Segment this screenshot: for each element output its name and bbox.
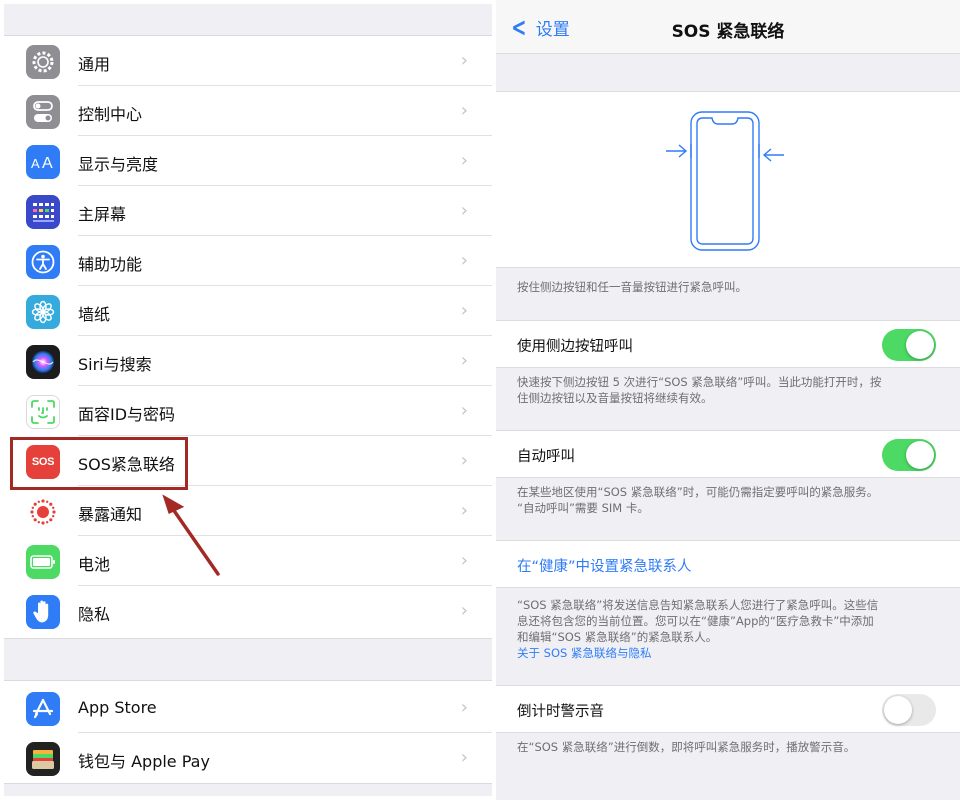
exposure-icon — [26, 495, 60, 529]
note-line: 住侧边按钮以及音量按钮将继续有效。 — [517, 391, 713, 405]
settings-row-face-id[interactable]: 面容ID与密码 › — [4, 386, 492, 436]
home-grid-icon — [26, 195, 60, 229]
privacy-link[interactable]: 关于 SOS 紧急联络与隐私 — [517, 645, 937, 661]
settings-row-accessibility[interactable]: 辅助功能 › — [4, 236, 492, 286]
health-contacts-link[interactable]: 在“健康”中设置紧急联系人 — [517, 555, 692, 576]
navigation-bar: < 设置 SOS 紧急联络 — [496, 0, 960, 54]
note-line: 快速按下侧边按钮 5 次进行“SOS 紧急联络”呼叫。当此功能打开时，按 — [517, 375, 882, 389]
settings-row-home-screen[interactable]: 主屏幕 › — [4, 186, 492, 236]
face-id-icon — [26, 395, 60, 429]
settings-row-label: 暴露通知 — [78, 505, 143, 524]
settings-row-label: 钱包与 Apple Pay — [78, 752, 210, 771]
settings-row-label: 电池 — [78, 555, 111, 574]
call-with-side-button-toggle[interactable] — [882, 329, 936, 361]
annotation-arrow-icon — [162, 494, 220, 576]
toggle-icon — [26, 95, 60, 129]
settings-group-main: 通用 › 控制中心 › AA 显示与亮度 › 主屏幕 › 辅助功能 › 墙纸 ›… — [4, 35, 492, 639]
settings-row-label: 面容ID与密码 — [78, 405, 176, 424]
chevron-right-icon: › — [460, 250, 468, 271]
hand-icon — [26, 595, 60, 629]
chevron-right-icon: › — [460, 50, 468, 71]
sos-detail-panel: < 设置 SOS 紧急联络 按住侧边按钮和任一音量按钮进行紧急呼叫。 使用侧边按… — [496, 0, 960, 800]
settings-row-exposure-notifications[interactable]: 暴露通知 › — [4, 486, 492, 536]
chevron-right-icon: › — [460, 100, 468, 121]
chevron-right-icon: › — [460, 747, 468, 768]
call-with-side-button-row: 使用侧边按钮呼叫 — [496, 320, 960, 368]
settings-row-label: 显示与亮度 — [78, 155, 159, 174]
countdown-sound-toggle[interactable] — [882, 694, 936, 726]
wallet-icon — [26, 742, 60, 776]
note-line: 和编辑“SOS 紧急联络”的紧急联系人。 — [517, 630, 718, 644]
auto-call-toggle[interactable] — [882, 439, 936, 471]
phone-illustration — [496, 91, 960, 268]
settings-row-siri[interactable]: Siri与搜索 › — [4, 336, 492, 386]
chevron-right-icon: › — [460, 350, 468, 371]
note-line: 在某些地区使用“SOS 紧急联络”时，可能仍需指定要呼叫的紧急服务。 — [517, 485, 879, 499]
auto-call-description: 在某些地区使用“SOS 紧急联络”时，可能仍需指定要呼叫的紧急服务。 “自动呼叫… — [517, 484, 937, 516]
toggle-knob — [906, 331, 934, 359]
sos-highlight-box — [10, 437, 188, 490]
gear-icon — [26, 45, 60, 79]
note-line: “自动呼叫”需要 SIM 卡。 — [517, 501, 649, 515]
auto-call-row: 自动呼叫 — [496, 430, 960, 478]
chevron-right-icon: › — [460, 450, 468, 471]
svg-text:A: A — [31, 156, 40, 171]
settings-row-wallpaper[interactable]: 墙纸 › — [4, 286, 492, 336]
countdown-sound-row: 倒计时警示音 — [496, 685, 960, 733]
settings-row-label: 辅助功能 — [78, 255, 143, 274]
auto-call-label: 自动呼叫 — [517, 449, 575, 465]
chevron-right-icon: › — [460, 200, 468, 221]
toggle-knob — [906, 441, 934, 469]
settings-row-display[interactable]: AA 显示与亮度 › — [4, 136, 492, 186]
chevron-right-icon: › — [460, 400, 468, 421]
toggle-knob — [884, 696, 912, 724]
settings-row-label: 隐私 — [78, 605, 111, 624]
page-title: SOS 紧急联络 — [671, 22, 785, 42]
side-button-hint: 按住侧边按钮和任一音量按钮进行紧急呼叫。 — [517, 280, 747, 294]
note-line: “SOS 紧急联络”将发送信息告知紧急联系人您进行了紧急呼叫。这些信 — [517, 598, 879, 612]
settings-row-label: Siri与搜索 — [78, 355, 152, 374]
settings-row-label: 主屏幕 — [78, 205, 127, 224]
chevron-right-icon: › — [460, 300, 468, 321]
health-contacts-row[interactable]: 在“健康”中设置紧急联系人 — [496, 540, 960, 588]
emergency-contacts-description: “SOS 紧急联络”将发送信息告知紧急联系人您进行了紧急呼叫。这些信 息还将包含… — [517, 597, 937, 661]
countdown-sound-label: 倒计时警示音 — [517, 704, 604, 720]
side-button-description: 快速按下侧边按钮 5 次进行“SOS 紧急联络”呼叫。当此功能打开时，按 住侧边… — [517, 374, 937, 406]
settings-row-label: 控制中心 — [78, 105, 143, 124]
accessibility-icon — [26, 245, 60, 279]
settings-row-battery[interactable]: 电池 › — [4, 536, 492, 586]
settings-row-label: App Store — [78, 698, 157, 717]
chevron-right-icon: › — [460, 600, 468, 621]
flower-icon — [26, 295, 60, 329]
text-size-icon: AA — [26, 145, 60, 179]
note-line: 息还将包含您的当前位置。您可以在“健康”App的“医疗急救卡”中添加 — [517, 614, 874, 628]
settings-list-panel: 通用 › 控制中心 › AA 显示与亮度 › 主屏幕 › 辅助功能 › 墙纸 ›… — [4, 4, 492, 796]
settings-row-label: 墙纸 — [78, 305, 111, 324]
settings-row-label: 通用 — [78, 55, 111, 74]
app-store-icon — [26, 692, 60, 726]
chevron-right-icon: › — [460, 500, 468, 521]
settings-row-wallet[interactable]: 钱包与 Apple Pay › — [4, 733, 492, 783]
chevron-right-icon: › — [460, 150, 468, 171]
battery-icon — [26, 545, 60, 579]
call-with-side-button-label: 使用侧边按钮呼叫 — [517, 339, 633, 355]
svg-text:A: A — [42, 155, 53, 172]
settings-row-general[interactable]: 通用 › — [4, 36, 492, 86]
settings-row-app-store[interactable]: App Store › — [4, 683, 492, 733]
settings-group-apps: App Store › 钱包与 Apple Pay › — [4, 680, 492, 784]
countdown-sound-description: 在“SOS 紧急联络”进行倒数，即将呼叫紧急服务时，播放警示音。 — [517, 740, 856, 754]
chevron-right-icon: › — [460, 697, 468, 718]
settings-row-privacy[interactable]: 隐私 › — [4, 586, 492, 636]
settings-row-control-center[interactable]: 控制中心 › — [4, 86, 492, 136]
siri-icon — [26, 345, 60, 379]
chevron-right-icon: › — [460, 550, 468, 571]
